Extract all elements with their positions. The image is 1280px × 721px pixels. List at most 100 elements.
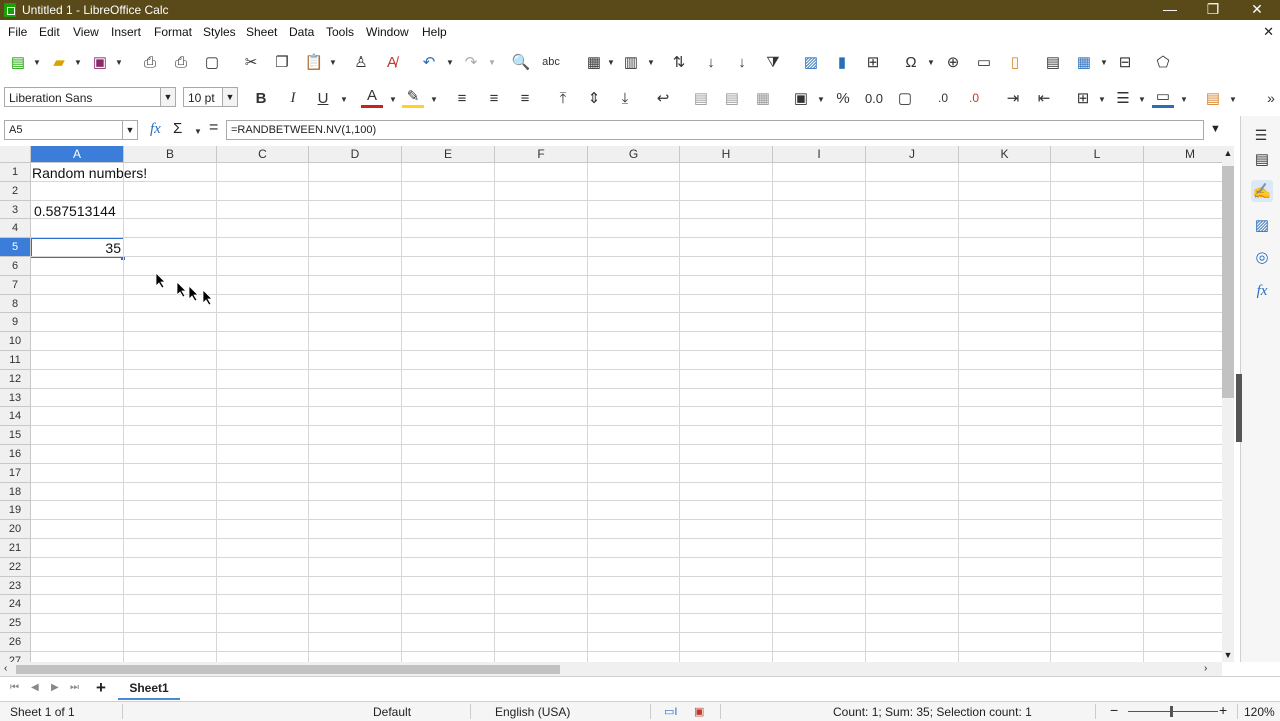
first-sheet-icon[interactable]: ⏮ — [10, 682, 19, 693]
currency-format-icon[interactable]: ▣ — [790, 87, 812, 109]
chevron-down-icon[interactable]: ▼ — [430, 95, 438, 104]
chevron-down-icon[interactable]: ▼ — [1229, 95, 1237, 104]
clone-formatting-icon[interactable]: ♙ — [350, 51, 372, 73]
align-top-icon[interactable]: ⤒ — [552, 87, 574, 109]
new-document-icon[interactable]: ▤ — [7, 51, 29, 73]
chevron-down-icon[interactable]: ▼ — [74, 58, 82, 67]
chevron-down-icon[interactable]: ▼ — [122, 121, 137, 139]
zoom-out-button[interactable]: − — [1110, 702, 1118, 718]
special-character-icon[interactable]: Ω — [900, 51, 922, 73]
chevron-down-icon[interactable]: ▼ — [340, 95, 348, 104]
export-pdf-icon[interactable]: ⎙ — [139, 51, 161, 73]
column-header-e[interactable]: E — [402, 146, 495, 163]
row-header-3[interactable]: 3 — [0, 200, 31, 220]
comment-icon[interactable]: ▭ — [973, 51, 995, 73]
row-header-26[interactable]: 26 — [0, 633, 31, 652]
properties-icon[interactable]: ▤ — [1251, 148, 1273, 170]
chevron-down-icon[interactable]: ▼ — [488, 58, 496, 67]
autofilter-icon[interactable]: ⧩ — [762, 51, 784, 73]
menu-edit[interactable]: Edit — [39, 25, 60, 39]
column-header-g[interactable]: G — [588, 146, 680, 163]
column-header-h[interactable]: H — [680, 146, 773, 163]
row-header-7[interactable]: 7 — [0, 275, 31, 295]
font-name-box[interactable]: Liberation Sans ▼ — [4, 87, 176, 107]
close-document-button[interactable]: ✕ — [1263, 24, 1274, 40]
sheet-tab[interactable]: Sheet1 — [118, 679, 180, 700]
previous-sheet-icon[interactable]: ◀ — [31, 682, 39, 693]
column-header-d[interactable]: D — [309, 146, 402, 163]
vertical-scroll-thumb[interactable] — [1222, 166, 1234, 398]
define-print-area-icon[interactable]: ▤ — [1042, 51, 1064, 73]
column-header-j[interactable]: J — [866, 146, 959, 163]
spreadsheet-grid[interactable]: A B C D E F G H I J K L M Random numbers… — [0, 146, 1222, 662]
menu-help[interactable]: Help — [422, 25, 447, 39]
split-window-icon[interactable]: ⊟ — [1114, 51, 1136, 73]
row-header-16[interactable]: 16 — [0, 445, 31, 464]
print-preview-icon[interactable]: ▢ — [201, 51, 223, 73]
next-sheet-icon[interactable]: ▶ — [51, 682, 59, 693]
print-icon[interactable]: ⎙ — [170, 51, 192, 73]
chevron-down-icon[interactable]: ▼ — [160, 88, 175, 106]
name-box[interactable]: A5 ▼ — [4, 120, 138, 140]
cell-a3[interactable]: 0.587513144 — [34, 202, 116, 220]
gallery-icon[interactable]: ▨ — [1251, 214, 1273, 236]
chevron-down-icon[interactable]: ▼ — [647, 58, 655, 67]
selection-mode-icon[interactable]: ▭I — [664, 705, 677, 718]
add-sheet-button[interactable]: + — [96, 678, 106, 698]
menu-insert[interactable]: Insert — [111, 25, 141, 39]
sort-ascending-icon[interactable]: ↓ — [700, 51, 722, 73]
chevron-down-icon[interactable]: ▼ — [1100, 58, 1108, 67]
wrap-text-icon[interactable]: ↩ — [652, 87, 674, 109]
row-header-4[interactable]: 4 — [0, 219, 31, 239]
row-header-2[interactable]: 2 — [0, 181, 31, 201]
function-wizard-icon[interactable]: fx — [150, 121, 161, 138]
formula-equals-icon[interactable]: = — [209, 119, 218, 137]
paste-icon[interactable]: 📋 — [303, 51, 325, 73]
align-left-icon[interactable]: ≡ — [451, 87, 473, 109]
hyperlink-icon[interactable]: ⊕ — [942, 51, 964, 73]
select-all-corner[interactable] — [0, 146, 31, 163]
close-window-button[interactable]: ✕ — [1242, 1, 1272, 18]
page-style[interactable]: Default — [373, 705, 411, 719]
save-icon[interactable]: ▣ — [89, 51, 111, 73]
scroll-left-icon[interactable]: ‹ — [4, 663, 7, 674]
zoom-slider-thumb[interactable] — [1170, 706, 1173, 717]
underline-button[interactable]: U — [312, 87, 334, 109]
sidebar-collapse-handle[interactable] — [1236, 374, 1242, 442]
row-header-15[interactable]: 15 — [0, 426, 31, 445]
border-style-icon[interactable]: ☰ — [1112, 87, 1134, 109]
column-header-a[interactable]: A — [31, 146, 124, 163]
row-header-13[interactable]: 13 — [0, 388, 31, 408]
row-header-9[interactable]: 9 — [0, 313, 31, 333]
column-header-i[interactable]: I — [773, 146, 866, 163]
sidebar-menu-icon[interactable]: ☰ — [1250, 124, 1272, 146]
redo-icon[interactable]: ↷ — [460, 51, 482, 73]
find-replace-icon[interactable]: 🔍 — [510, 51, 532, 73]
decrease-indent-icon[interactable]: ⇤ — [1033, 87, 1055, 109]
bold-button[interactable]: B — [250, 87, 272, 109]
chevron-down-icon[interactable]: ▼ — [329, 58, 337, 67]
chevron-down-icon[interactable]: ▼ — [1180, 95, 1188, 104]
headers-footers-icon[interactable]: ▯ — [1004, 51, 1026, 73]
chevron-down-icon[interactable]: ▼ — [194, 127, 202, 136]
column-header-f[interactable]: F — [495, 146, 588, 163]
zoom-level[interactable]: 120% — [1244, 705, 1275, 719]
row-header-11[interactable]: 11 — [0, 351, 31, 370]
menu-data[interactable]: Data — [289, 25, 314, 39]
sum-icon[interactable]: Σ — [173, 120, 182, 137]
chevron-down-icon[interactable]: ▼ — [817, 95, 825, 104]
merge-center-icon[interactable]: ▤ — [690, 87, 712, 109]
column-header-m[interactable]: M — [1144, 146, 1222, 163]
scroll-up-icon[interactable]: ▲ — [1222, 148, 1234, 158]
insert-image-icon[interactable]: ▨ — [800, 51, 822, 73]
row-header-22[interactable]: 22 — [0, 557, 31, 577]
chevron-down-icon[interactable]: ▼ — [222, 88, 237, 106]
align-bottom-icon[interactable]: ⤓ — [614, 87, 636, 109]
menu-tools[interactable]: Tools — [326, 25, 354, 39]
column-header-k[interactable]: K — [959, 146, 1051, 163]
insert-chart-icon[interactable]: ▮ — [831, 51, 853, 73]
increase-indent-icon[interactable]: ⇥ — [1002, 87, 1024, 109]
date-format-icon[interactable]: ▢ — [894, 87, 916, 109]
more-tools-icon[interactable]: » — [1260, 87, 1280, 109]
unmerge-cells-icon[interactable]: ▦ — [752, 87, 774, 109]
